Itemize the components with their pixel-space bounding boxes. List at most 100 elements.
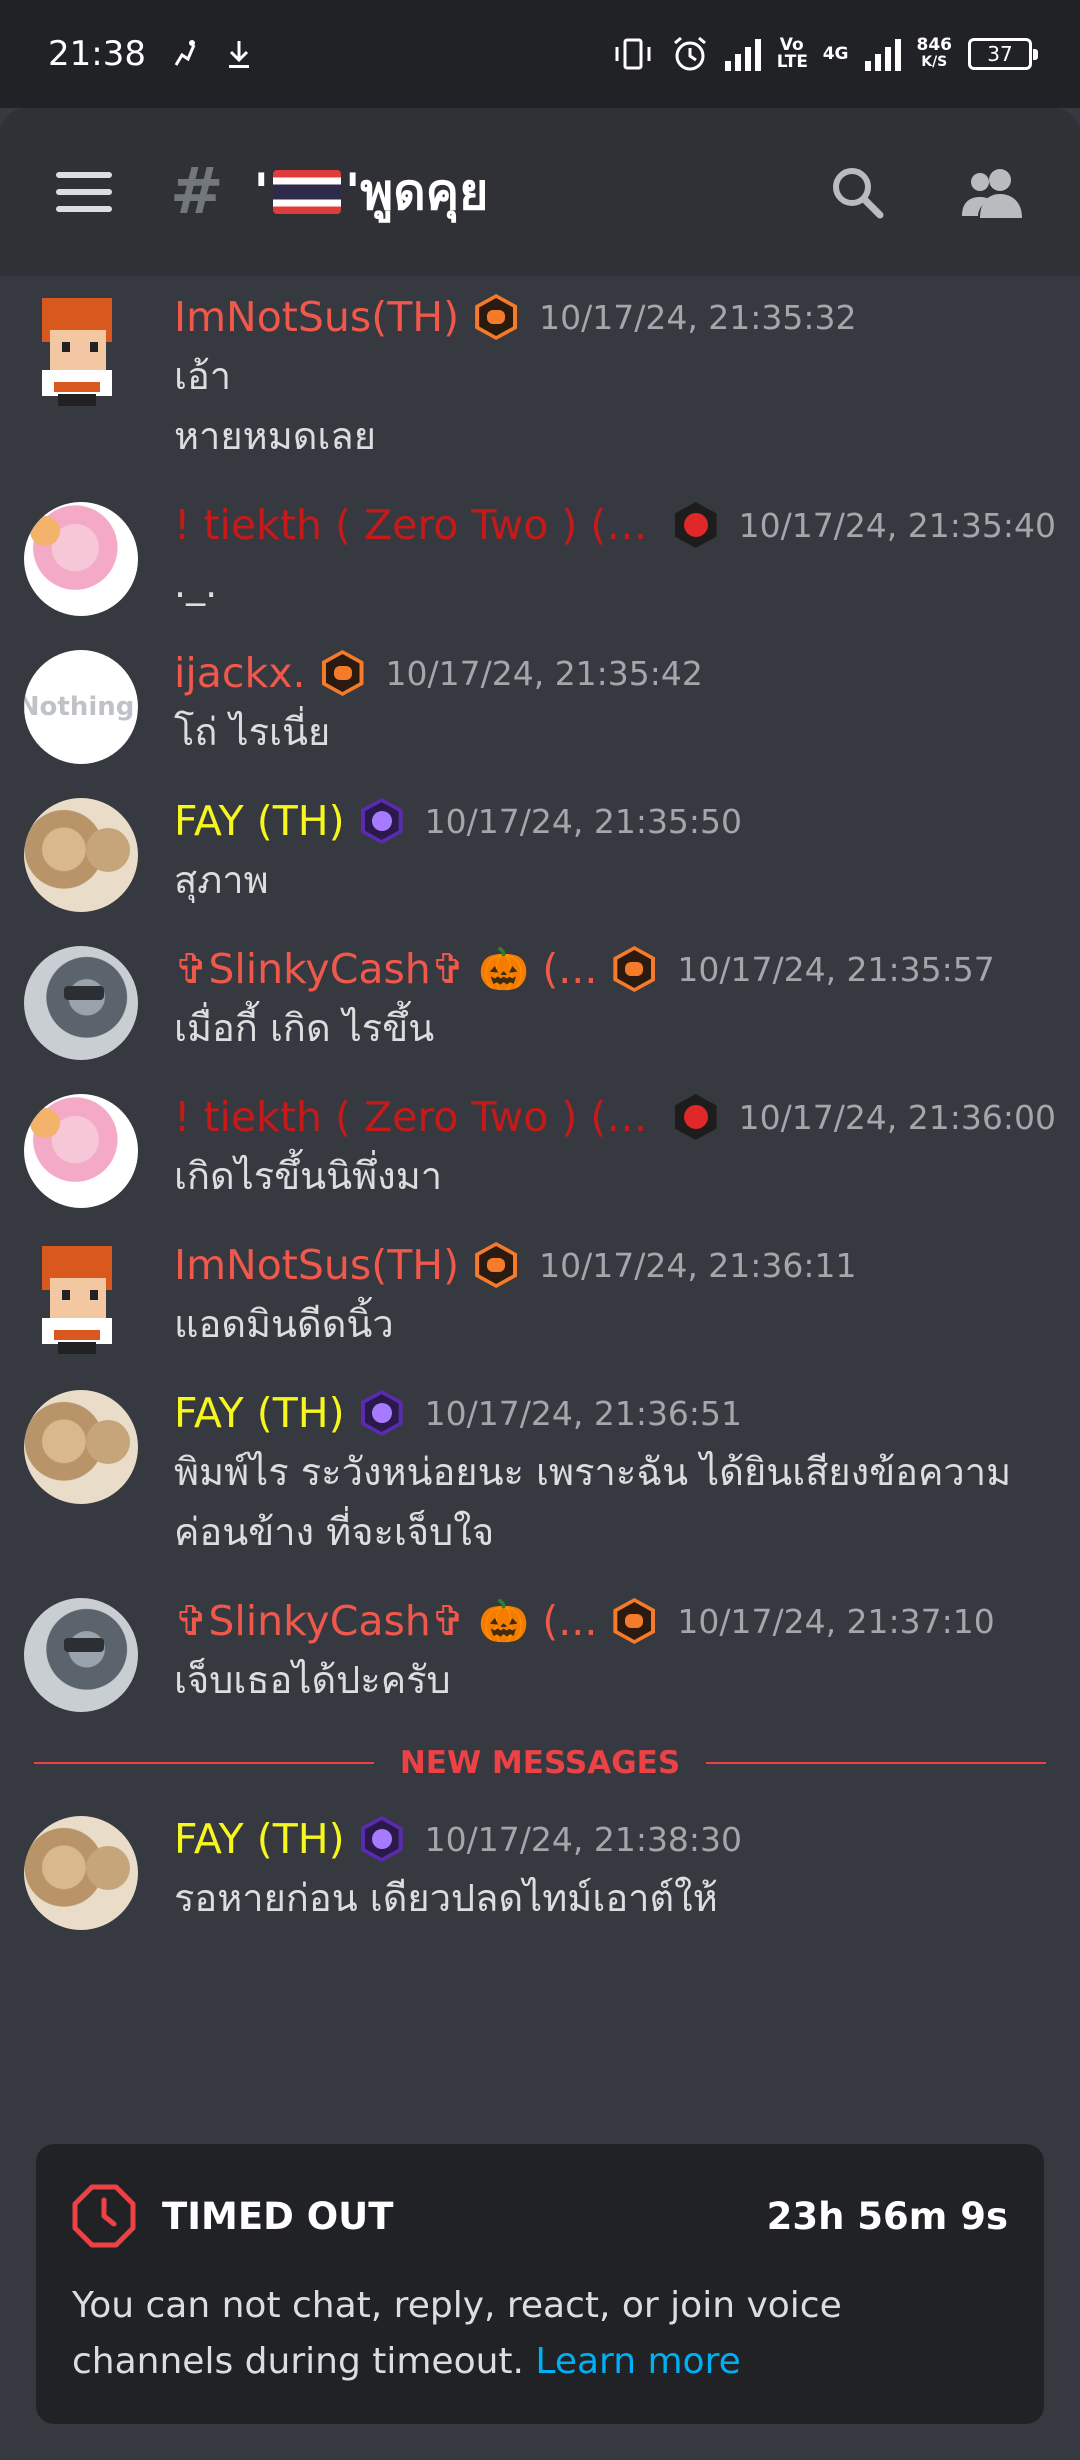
alarm-icon [673, 36, 706, 71]
username[interactable]: FAY (TH) [174, 1389, 345, 1437]
vibrate-icon [615, 38, 651, 70]
user-avatar[interactable] [24, 798, 138, 912]
user-avatar[interactable] [24, 946, 138, 1060]
signal-icon [724, 37, 761, 71]
channel-header: # ' ' พูดคุย [0, 108, 1080, 276]
message-text: เจ็บเธอได้ปะครับ [174, 1658, 451, 1702]
message-header: ! tiekth ( Zero Two ) (T... 10/17/24, 21:… [174, 1076, 1056, 1146]
message-header: ! tiekth ( Zero Two ) (T... 10/17/24, 21:… [174, 484, 1056, 554]
message-text: แอดมินดีดนิ้ว [174, 1302, 394, 1346]
timeout-body: You can not chat, reply, react, or join … [72, 2278, 1008, 2390]
message-item[interactable]: ImNotSus(TH) 10/17/24, 21:36:11 แอดมินดีดน… [0, 1224, 1080, 1372]
user-avatar[interactable] [24, 1598, 138, 1712]
network-speed-unit: K/S [921, 54, 948, 70]
user-avatar[interactable] [24, 1816, 138, 1930]
message-timestamp: 10/17/24, 21:37:10 [677, 1601, 995, 1641]
hash-icon: # [170, 155, 224, 229]
role-badge-icon [613, 946, 656, 992]
message-header: FAY (TH) 10/17/24, 21:38:30 [174, 1798, 1056, 1868]
search-icon[interactable] [828, 163, 886, 221]
divider-line [34, 1762, 374, 1764]
status-bar: 21:38 Vo LTE 4G 846 K/S 37 [0, 0, 1080, 108]
message-item[interactable]: ✞SlinkyCash✞ 🎃 (... 10/17/24, 21:37:10 เจ็… [0, 1580, 1080, 1728]
timeout-title: TIMED OUT [162, 2194, 394, 2238]
timeout-timer: 23h 56m 9s [766, 2194, 1008, 2238]
username[interactable]: ImNotSus(TH) [174, 1241, 459, 1289]
message-text: หายหมดเลย [174, 414, 376, 458]
activity-icon [174, 40, 196, 66]
signal-icon-2 [864, 37, 901, 71]
clock-alert-icon [72, 2184, 136, 2248]
username[interactable]: ✞SlinkyCash✞ 🎃 (... [174, 945, 597, 994]
message-header: FAY (TH) 10/17/24, 21:35:50 [174, 780, 1056, 850]
message-item[interactable]: FAY (TH) 10/17/24, 21:36:51 พิมพ์ไร ระวังห… [0, 1372, 1080, 1580]
message-text: พิมพ์ไร ระวังหน่อยนะ เพราะฉัน ได้ยินเสีย… [174, 1450, 1012, 1494]
members-icon[interactable] [960, 164, 1024, 220]
message-item[interactable]: ! tiekth ( Zero Two ) (T... 10/17/24, 21:… [0, 1076, 1080, 1224]
channel-title-name: พูดคุย [360, 162, 489, 221]
timeout-header: TIMED OUT 23h 56m 9s [72, 2184, 1008, 2248]
message-item[interactable]: ImNotSus(TH) 10/17/24, 21:35:32 เอ้าหายหมด… [0, 276, 1080, 484]
message-text: โถ่ ไรเนี่ย [174, 710, 331, 754]
message-list: ImNotSus(TH) 10/17/24, 21:35:32 เอ้าหายหมด… [0, 276, 1080, 1946]
channel-title-prefix: ' [253, 163, 269, 221]
message-timestamp: 10/17/24, 21:38:30 [424, 1819, 743, 1859]
user-avatar[interactable]: Nothing. [24, 650, 138, 764]
learn-more-link[interactable]: Learn more [535, 2341, 740, 2382]
message-text: สุภาพ [174, 858, 269, 902]
message-text: รอหายก่อน เดียวปลดไทม์เอาต์ให้ [174, 1876, 718, 1920]
channel-title-mark: ' [344, 163, 361, 221]
thailand-flag-icon [272, 170, 341, 214]
username[interactable]: FAY (TH) [174, 797, 345, 845]
role-badge-icon [475, 1242, 518, 1288]
volte-label: Vo LTE [776, 35, 808, 72]
role-badge-icon [674, 1094, 717, 1140]
message-header: ImNotSus(TH) 10/17/24, 21:35:32 [174, 276, 1056, 346]
header-actions [828, 163, 1024, 221]
status-right: Vo LTE 4G 846 K/S 37 [611, 35, 1038, 73]
message-item[interactable]: ! tiekth ( Zero Two ) (T... 10/17/24, 21:… [0, 484, 1080, 632]
username[interactable]: ! tiekth ( Zero Two ) (T... [174, 501, 659, 549]
new-messages: FAY (TH) 10/17/24, 21:38:30 รอหายก่อน เดีย… [0, 1798, 1080, 1946]
timeout-notice: TIMED OUT 23h 56m 9s You can not chat, r… [36, 2144, 1044, 2424]
old-messages: ImNotSus(TH) 10/17/24, 21:35:32 เอ้าหายหมด… [0, 276, 1080, 1728]
role-badge-icon [613, 1598, 656, 1644]
channel-title: ' ' พูดคุย [254, 153, 489, 232]
message-timestamp: 10/17/24, 21:35:57 [677, 949, 995, 989]
message-text: เมื่อกี้ เกิด ไรขึ้น [174, 1006, 435, 1050]
message-timestamp: 10/17/24, 21:36:51 [424, 1393, 743, 1433]
message-item[interactable]: Nothing. ijackx. 10/17/24, 21:35:42 โถ่ ไรเ… [0, 632, 1080, 780]
message-text: ._. [174, 562, 218, 606]
message-item[interactable]: FAY (TH) 10/17/24, 21:38:30 รอหายก่อน เดีย… [0, 1798, 1080, 1946]
message-text: เอ้า [174, 354, 232, 398]
menu-icon[interactable] [56, 172, 112, 212]
message-header: ImNotSus(TH) 10/17/24, 21:36:11 [174, 1224, 1056, 1294]
message-header: ijackx. 10/17/24, 21:35:42 [174, 632, 1056, 702]
user-avatar[interactable] [24, 1390, 138, 1504]
username[interactable]: ijackx. [174, 649, 306, 697]
role-badge-icon [360, 798, 403, 844]
username[interactable]: FAY (TH) [174, 1815, 345, 1863]
download-icon [228, 41, 249, 68]
username[interactable]: ! tiekth ( Zero Two ) (T... [174, 1093, 659, 1141]
user-avatar[interactable] [24, 1094, 138, 1208]
message-timestamp: 10/17/24, 21:35:32 [539, 297, 857, 337]
message-header: ✞SlinkyCash✞ 🎃 (... 10/17/24, 21:37:10 [174, 1580, 1056, 1650]
message-header: ✞SlinkyCash✞ 🎃 (... 10/17/24, 21:35:57 [174, 928, 1056, 998]
role-badge-icon [321, 650, 364, 696]
battery-level: 37 [987, 42, 1013, 66]
user-avatar[interactable] [24, 294, 138, 408]
message-header: FAY (TH) 10/17/24, 21:36:51 [174, 1372, 1056, 1442]
role-badge-icon [674, 502, 717, 548]
user-avatar[interactable] [24, 1242, 138, 1356]
role-badge-icon [475, 294, 518, 340]
user-avatar[interactable] [24, 502, 138, 616]
new-messages-divider: NEW MESSAGES [0, 1728, 1080, 1798]
username[interactable]: ImNotSus(TH) [174, 293, 459, 341]
username[interactable]: ✞SlinkyCash✞ 🎃 (... [174, 1597, 597, 1646]
message-item[interactable]: FAY (TH) 10/17/24, 21:35:50 สุภาพ [0, 780, 1080, 928]
divider-label: NEW MESSAGES [399, 1745, 681, 1781]
message-timestamp: 10/17/24, 21:36:11 [539, 1245, 857, 1285]
message-item[interactable]: ✞SlinkyCash✞ 🎃 (... 10/17/24, 21:35:57 เมื… [0, 928, 1080, 1076]
clock: 21:38 [48, 34, 146, 74]
